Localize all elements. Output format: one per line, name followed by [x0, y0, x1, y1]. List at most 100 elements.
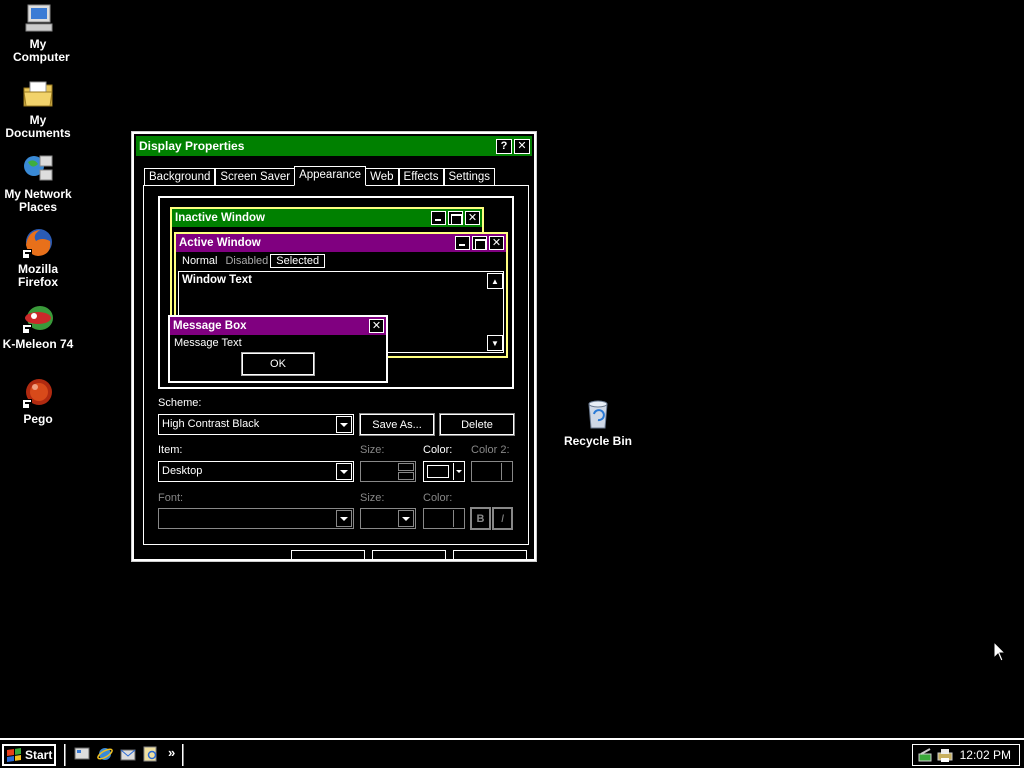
item-select[interactable]: Desktop	[158, 461, 354, 482]
display-properties-dialog: Display Properties ? ✕ Background Screen…	[131, 131, 537, 562]
active-window-title: Active Window	[179, 237, 261, 249]
minimize-icon	[455, 236, 470, 250]
quicklaunch-grip[interactable]	[64, 744, 66, 766]
maximize-icon	[472, 236, 487, 250]
clock[interactable]: 12:02 PM	[960, 748, 1011, 762]
shortcut-arrow-icon	[22, 324, 32, 334]
minimize-icon	[431, 211, 446, 225]
appearance-preview[interactable]: Inactive Window ✕ Active Window ✕ Normal…	[158, 196, 514, 389]
msgbox-ok-button: OK	[241, 352, 315, 376]
shortcut-arrow-icon	[22, 249, 32, 259]
font-select[interactable]	[158, 508, 354, 529]
cancel-button[interactable]	[372, 550, 446, 559]
quicklaunch-chevron[interactable]: »	[168, 745, 175, 760]
save-as-button[interactable]: Save As...	[359, 413, 435, 436]
chevron-down-icon	[398, 510, 414, 527]
start-button[interactable]: Start	[2, 744, 56, 766]
spin-down-icon	[398, 472, 414, 480]
font-label: Font:	[158, 492, 184, 504]
my-computer-icon	[22, 2, 54, 34]
msgbox-titlebar: Message Box ✕	[170, 317, 386, 335]
tab-settings[interactable]: Settings	[443, 168, 496, 186]
desktop-icon-label: My Network Places	[4, 187, 72, 214]
desktop-icon-pego[interactable]: Pego	[0, 377, 76, 426]
size-label: Size:	[360, 444, 385, 456]
chevron-down-icon	[501, 463, 511, 480]
scheme-select[interactable]: High Contrast Black	[158, 414, 354, 435]
close-icon: ✕	[489, 236, 504, 250]
tab-web[interactable]: Web	[365, 168, 399, 186]
chevron-down-icon	[336, 416, 352, 433]
tab-appearance[interactable]: Appearance	[294, 166, 367, 186]
spin-up-icon	[398, 463, 414, 471]
tab-screen-saver[interactable]: Screen Saver	[215, 168, 296, 186]
scroll-down-icon: ▼	[487, 335, 503, 351]
firefox-icon	[22, 227, 54, 259]
dialog-title: Display Properties	[139, 139, 245, 153]
tab-strip: Background Screen Saver Appearance Web E…	[144, 166, 496, 186]
bold-button[interactable]: B	[470, 507, 491, 530]
start-label: Start	[25, 748, 53, 762]
desktop-icon-kmeleon[interactable]: K-Meleon 74	[0, 302, 76, 351]
help-button[interactable]: ?	[496, 138, 512, 154]
desktop-icon-network-places[interactable]: My Network Places	[0, 152, 76, 214]
chevron-down-icon	[336, 510, 352, 527]
font-color-label: Color:	[423, 492, 453, 504]
font-size-select[interactable]	[360, 508, 416, 529]
msgbox-text: Message Text	[174, 337, 242, 349]
item-color-picker[interactable]	[423, 461, 465, 482]
kmeleon-icon	[22, 302, 54, 334]
italic-button[interactable]: I	[492, 507, 513, 530]
mouse-cursor-icon	[993, 640, 1007, 666]
maximize-icon	[448, 211, 463, 225]
scheme-value: High Contrast Black	[162, 418, 260, 430]
desktop-icon-my-computer[interactable]: My Computer	[0, 2, 76, 64]
desktop-icon-firefox[interactable]: Mozilla Firefox	[0, 227, 76, 289]
menu-normal: Normal	[182, 254, 218, 267]
chevron-down-icon	[453, 463, 463, 480]
outlook-express-icon[interactable]	[120, 746, 136, 762]
desktop-icon-my-documents[interactable]: My Documents	[0, 78, 76, 140]
internet-explorer-icon[interactable]	[97, 746, 113, 762]
item-color2-picker[interactable]	[471, 461, 513, 482]
msgbox-title: Message Box	[173, 320, 247, 332]
scheme-label: Scheme:	[158, 397, 202, 409]
scroll-up-icon: ▲	[487, 273, 503, 289]
item-size-spinner[interactable]	[360, 461, 416, 482]
color2-label: Color 2:	[471, 444, 510, 456]
taskbar-grip[interactable]	[182, 744, 184, 766]
pego-icon	[22, 377, 54, 409]
desktop-icon-label: My Documents	[5, 113, 71, 140]
appearance-panel: Inactive Window ✕ Active Window ✕ Normal…	[143, 185, 529, 545]
shortcut-arrow-icon	[22, 399, 32, 409]
system-tray: 12:02 PM	[912, 744, 1020, 766]
tab-background[interactable]: Background	[144, 168, 216, 186]
font-size-label: Size:	[360, 492, 385, 504]
color-label: Color:	[423, 444, 453, 456]
printer-icon[interactable]	[937, 747, 953, 763]
recycle-bin-icon	[582, 398, 614, 430]
preview-menubar: Normal Disabled Selected	[176, 252, 506, 269]
dialog-titlebar[interactable]: Display Properties ? ✕	[136, 136, 532, 156]
inactive-titlebar: Inactive Window ✕	[172, 209, 482, 227]
item-label: Item:	[158, 444, 183, 456]
ok-button[interactable]	[291, 550, 365, 559]
apply-button[interactable]	[453, 550, 527, 559]
delete-button[interactable]: Delete	[439, 413, 515, 436]
close-button[interactable]: ✕	[514, 138, 530, 154]
windows-flag-icon	[7, 748, 21, 762]
network-icon[interactable]	[918, 747, 934, 763]
chevron-down-icon	[336, 463, 352, 480]
font-color-picker[interactable]	[423, 508, 465, 529]
desktop-icon-label: Recycle Bin	[563, 434, 633, 448]
desktop-icon-recycle-bin[interactable]: Recycle Bin	[560, 398, 636, 448]
taskbar: Start » 12:02 PM	[0, 738, 1024, 768]
inactive-window-title: Inactive Window	[175, 212, 265, 224]
close-icon: ✕	[369, 319, 384, 333]
close-icon: ✕	[465, 211, 480, 225]
window-text: Window Text	[182, 274, 252, 286]
show-desktop-icon[interactable]	[74, 746, 90, 762]
tab-effects[interactable]: Effects	[398, 168, 444, 186]
desktop-icon-label: Mozilla Firefox	[17, 262, 58, 289]
search-icon[interactable]	[143, 746, 159, 762]
